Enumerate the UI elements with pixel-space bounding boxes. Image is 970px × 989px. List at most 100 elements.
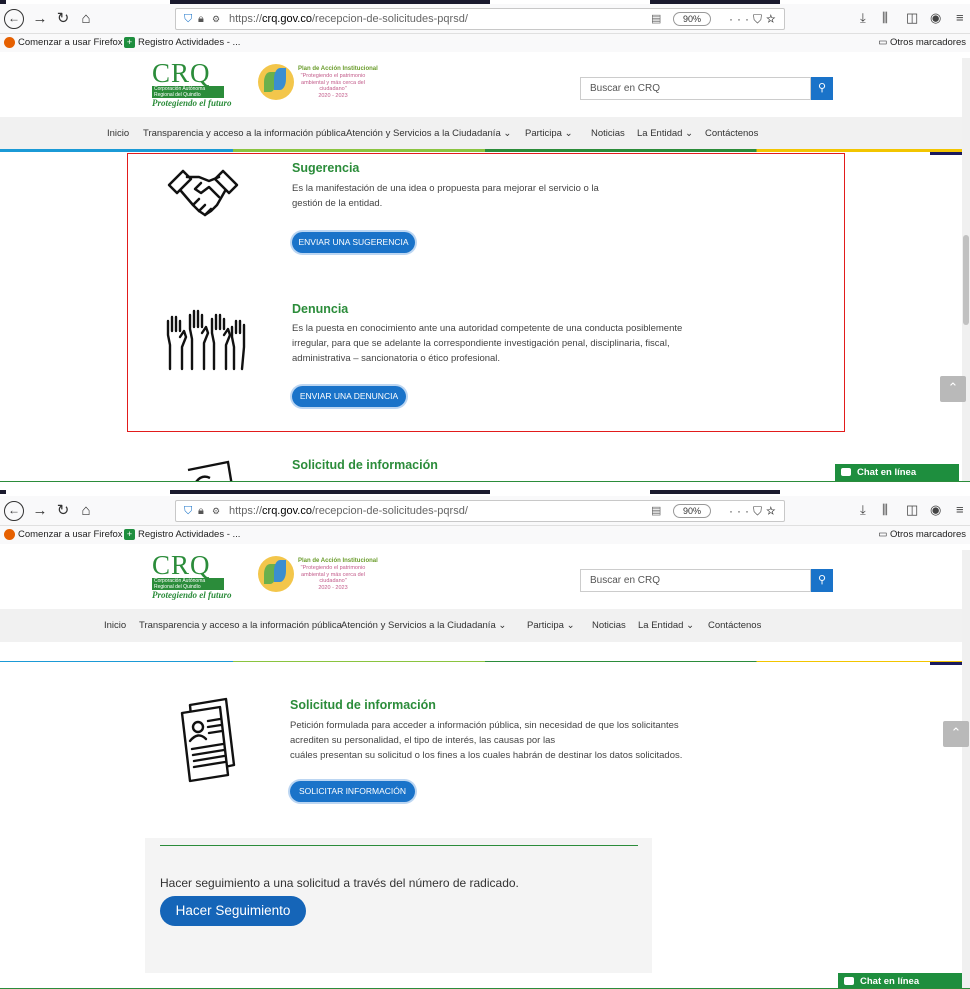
forward-button[interactable]: →: [30, 9, 50, 29]
plan-title: Plan de Acción Institucional: [298, 558, 378, 564]
screenshot-top: ← → ↻ ⌂ ⛉ 🔒︎ ⚙ https://crq.gov.co/recepc…: [0, 0, 970, 482]
back-button[interactable]: ←: [4, 501, 24, 521]
crq-logo[interactable]: CRQ Corporación Autónoma Regional del Qu…: [152, 58, 232, 108]
downloads-icon[interactable]: ⤓: [860, 502, 866, 518]
nav-noticias[interactable]: Noticias: [591, 117, 625, 150]
search-icon: ⚲: [817, 574, 827, 586]
nav-atencion[interactable]: Atención y Servicios a la Ciudadanía ⌄: [341, 609, 506, 642]
hacer-seguimiento-button[interactable]: Hacer Seguimiento: [160, 896, 306, 926]
nav-participa[interactable]: Participa ⌄: [527, 609, 575, 642]
plus-icon: +: [124, 36, 135, 48]
nav-participa[interactable]: Participa ⌄: [525, 117, 573, 150]
nav-la-entidad[interactable]: La Entidad ⌄: [637, 117, 693, 150]
library-icon[interactable]: ⫼: [882, 10, 888, 26]
solicitud-desc-line: acrediten su personalidad, el tipo de in…: [290, 735, 556, 746]
logo-tagline: Protegiendo el futuro: [152, 590, 232, 600]
nav-contactenos[interactable]: Contáctenos: [708, 609, 761, 642]
crq-logo[interactable]: CRQ Corporación Autónoma Regional del Qu…: [152, 552, 232, 600]
nav-inicio[interactable]: Inicio: [104, 609, 126, 642]
nav-contactenos[interactable]: Contáctenos: [705, 117, 758, 150]
navigation-toolbar: ← → ↻ ⌂ ⛉ 🔒︎ ⚙ https://crq.gov.co/recepc…: [0, 496, 970, 526]
account-icon[interactable]: ◉: [930, 502, 941, 518]
url-bar[interactable]: ⛉ 🔒︎ ⚙ https://crq.gov.co/recepcion-de-s…: [175, 8, 785, 30]
search-button[interactable]: ⚲: [811, 77, 833, 100]
shield-icon[interactable]: ⛉: [184, 9, 192, 29]
home-button[interactable]: ⌂: [76, 9, 96, 29]
nav-la-entidad[interactable]: La Entidad ⌄: [638, 609, 694, 642]
sidebar-icon[interactable]: ◫: [906, 10, 918, 26]
logo-band: Corporación Autónoma Regional del Quindí…: [152, 578, 224, 590]
back-button[interactable]: ←: [4, 9, 24, 29]
bookmark-item[interactable]: + Registro Actividades - ...: [124, 526, 240, 544]
shield-icon[interactable]: ⛉: [184, 501, 192, 521]
page-actions-icons[interactable]: ···⛉☆: [729, 9, 780, 29]
forward-button[interactable]: →: [30, 501, 50, 521]
url-bar[interactable]: ⛉ 🔒︎ ⚙ https://crq.gov.co/recepcion-de-s…: [175, 500, 785, 522]
permissions-icon[interactable]: ⚙: [212, 501, 220, 521]
solicitud-desc: Petición formulada para acceder a inform…: [290, 718, 710, 763]
nav-noticias[interactable]: Noticias: [592, 609, 626, 642]
search-input[interactable]: Buscar en CRQ: [580, 77, 811, 100]
scroll-top-button[interactable]: ⌃: [940, 376, 966, 402]
search-button[interactable]: ⚲: [811, 569, 833, 592]
sugerencia-title: Sugerencia: [292, 161, 360, 175]
zoom-indicator[interactable]: 90%: [673, 12, 711, 26]
solicitar-informacion-button[interactable]: SOLICITAR INFORMACIÓN: [290, 781, 415, 802]
sidebar-icon[interactable]: ◫: [906, 502, 918, 518]
zoom-indicator[interactable]: 90%: [673, 504, 711, 518]
plan-years: 2020 - 2023: [318, 584, 348, 591]
plan-accion-logo: Plan de Acción Institucional "Protegiend…: [258, 556, 378, 594]
menu-icon[interactable]: ≡: [956, 502, 964, 517]
bookmark-item[interactable]: + Registro Actividades - ...: [124, 34, 240, 52]
bookmark-label: Registro Actividades - ...: [138, 37, 241, 48]
chat-icon: [844, 977, 854, 985]
raised-hands-icon: [166, 309, 246, 371]
other-bookmarks[interactable]: ▭ Otros marcadores: [878, 34, 966, 52]
chat-label: Chat en línea: [860, 976, 920, 987]
plus-icon: +: [124, 528, 135, 540]
bookmark-item[interactable]: Comenzar a usar Firefox: [4, 526, 123, 544]
scrollbar-thumb[interactable]: [963, 235, 969, 325]
scroll-top-button[interactable]: ⌃: [943, 721, 969, 747]
search-input[interactable]: Buscar en CRQ: [580, 569, 811, 592]
chat-button[interactable]: Chat en línea: [838, 973, 962, 989]
plan-years: 2020 - 2023: [318, 92, 348, 99]
plan-accion-logo: Plan de Acción Institucional "Protegiend…: [258, 64, 378, 102]
nav-atencion[interactable]: Atención y Servicios a la Ciudadanía ⌄: [346, 117, 511, 150]
reader-view-icon[interactable]: ▤: [651, 501, 661, 521]
enviar-denuncia-button[interactable]: ENVIAR UNA DENUNCIA: [292, 386, 406, 407]
other-bookmarks[interactable]: ▭ Otros marcadores: [878, 526, 966, 544]
logo-tagline: Protegiendo el futuro: [152, 98, 232, 108]
account-icon[interactable]: ◉: [930, 10, 941, 26]
sugerencia-desc: Es la manifestación de una idea o propue…: [292, 183, 599, 209]
reader-view-icon[interactable]: ▤: [651, 9, 661, 29]
nav-transparencia[interactable]: Transparencia y acceso a la información …: [139, 609, 342, 642]
home-button[interactable]: ⌂: [76, 501, 96, 521]
document-icon: [187, 460, 233, 482]
bookmark-item[interactable]: Comenzar a usar Firefox: [4, 34, 123, 52]
active-tab-indicator: [170, 490, 490, 494]
chat-button[interactable]: Chat en línea: [835, 464, 959, 481]
logo-text: CRQ: [152, 58, 211, 88]
main-navigation: Inicio Transparencia y acceso a la infor…: [0, 117, 970, 150]
scrollbar-track[interactable]: [962, 550, 970, 989]
page-actions-icons[interactable]: ···⛉☆: [729, 501, 780, 521]
firefox-icon: [4, 528, 15, 540]
lock-icon[interactable]: 🔒︎: [198, 501, 204, 521]
document-icon: [180, 697, 236, 783]
reload-button[interactable]: ↻: [53, 501, 73, 521]
downloads-icon[interactable]: ⤓: [860, 10, 866, 26]
scroll-indicator-bar: [930, 152, 966, 155]
chevron-up-icon: ⌃: [950, 725, 962, 740]
nav-inicio[interactable]: Inicio: [107, 117, 129, 150]
enviar-sugerencia-button[interactable]: ENVIAR UNA SUGERENCIA: [292, 232, 415, 253]
bookmark-label: Comenzar a usar Firefox: [18, 529, 123, 540]
permissions-icon[interactable]: ⚙: [212, 9, 220, 29]
chevron-up-icon: ⌃: [947, 380, 959, 395]
nav-transparencia[interactable]: Transparencia y acceso a la información …: [143, 117, 346, 150]
lock-icon[interactable]: 🔒︎: [198, 9, 204, 29]
menu-icon[interactable]: ≡: [956, 10, 964, 25]
library-icon[interactable]: ⫼: [882, 502, 888, 518]
url-text: https://crq.gov.co/recepcion-de-solicitu…: [229, 13, 468, 25]
reload-button[interactable]: ↻: [53, 9, 73, 29]
